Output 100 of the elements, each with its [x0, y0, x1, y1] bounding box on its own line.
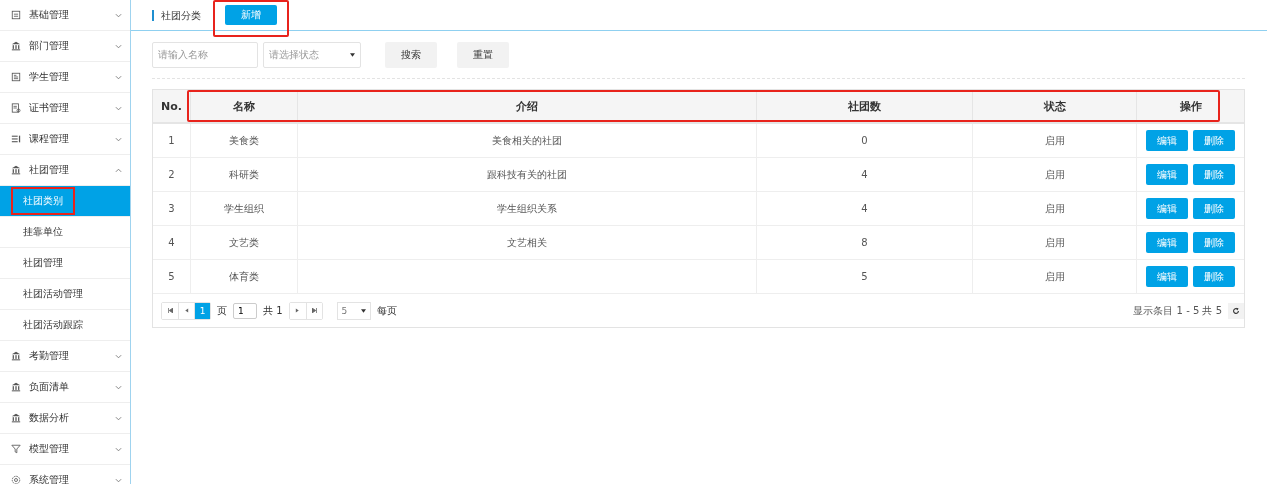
submenu-item-label: 社团类别	[11, 187, 75, 215]
total-pages-label: 共 1	[263, 303, 283, 318]
table-cell: 学生组织关系	[297, 192, 756, 225]
submenu-item[interactable]: 社团活动管理	[0, 279, 130, 310]
sidebar-item-label: 社团管理	[29, 163, 70, 177]
chevron-down-icon	[115, 477, 122, 483]
name-input-field[interactable]: 请输入名称	[152, 41, 258, 68]
sidebar-item-label: 模型管理	[29, 442, 70, 456]
column-header: 状态	[972, 90, 1136, 122]
sidebar-item-label: 数据分析	[29, 411, 70, 425]
chevron-down-icon	[115, 446, 122, 452]
sidebar-item-label: 基础管理	[29, 8, 70, 22]
table-cell: 8	[756, 226, 972, 259]
chevron-down-icon	[115, 384, 122, 390]
certificate-icon	[11, 103, 21, 113]
table-cell: 美食相关的社团	[297, 124, 756, 157]
table-cell: 文艺类	[190, 226, 297, 259]
sidebar-item[interactable]: 部门管理	[0, 31, 130, 62]
table-cell: 5	[756, 260, 972, 293]
submenu-item[interactable]: 社团管理	[0, 248, 130, 279]
column-header: 名称	[190, 90, 297, 122]
page-input-field[interactable]: 1	[233, 302, 257, 319]
building-icon	[11, 382, 21, 392]
column-header: 社团数	[756, 90, 972, 122]
sidebar-item-label: 部门管理	[29, 39, 70, 53]
sidebar-item-label: 学生管理	[29, 70, 70, 84]
table-cell-text: 2	[167, 168, 176, 182]
chevron-down-icon	[115, 105, 122, 111]
per-page-label: 每页	[376, 303, 397, 318]
submenu-item-label: 社团活动管理	[22, 287, 84, 301]
table-cell: 学生组织	[190, 192, 297, 225]
first-page-icon	[167, 308, 173, 313]
page-label: 页	[217, 303, 227, 318]
last-page-icon	[311, 308, 317, 313]
table-cell: 科研类	[190, 158, 297, 191]
settings-icon	[11, 475, 21, 484]
table-cell: 体育类	[190, 260, 297, 293]
next-page-icon	[295, 308, 301, 313]
refresh-button[interactable]	[1228, 302, 1244, 319]
list-icon	[11, 134, 21, 144]
table-cell: 美食类	[190, 124, 297, 157]
sidebar-item[interactable]: 基础管理	[0, 0, 130, 31]
table-cell-text: 5	[167, 270, 176, 284]
chevron-down-icon	[115, 353, 122, 359]
table-cell: 启用	[972, 124, 1136, 157]
table-cell: 4	[756, 158, 972, 191]
submenu-item-label: 社团管理	[22, 256, 64, 270]
table-cell-text: 3	[167, 202, 176, 216]
chevron-up-icon	[115, 167, 122, 173]
sidebar-item[interactable]: 数据分析	[0, 403, 130, 434]
page-size-select[interactable]: 5	[336, 301, 371, 320]
sidebar-item[interactable]: 系统管理	[0, 465, 130, 484]
sidebar-item[interactable]: 课程管理	[0, 124, 130, 155]
table-cell-text: 4	[167, 236, 176, 250]
table-cell: 启用	[972, 260, 1136, 293]
table-cell: 0	[756, 124, 972, 157]
table-cell: 启用	[972, 226, 1136, 259]
column-header: 操作	[1136, 90, 1244, 122]
table-cell: 跟科技有关的社团	[297, 158, 756, 191]
sidebar-item[interactable]: 模型管理	[0, 434, 130, 465]
submenu-item-label: 社团活动跟踪	[22, 318, 84, 332]
sidebar-item[interactable]: 证书管理	[0, 93, 130, 124]
caret-icon	[360, 308, 366, 313]
table-cell: 文艺相关	[297, 226, 756, 259]
sidebar-item-label: 考勤管理	[29, 349, 70, 363]
sidebar-item[interactable]: 考勤管理	[0, 341, 130, 372]
submenu-item[interactable]: 挂靠单位	[0, 217, 130, 248]
sidebar-item-label: 课程管理	[29, 132, 70, 146]
funnel-icon	[11, 444, 21, 454]
building-icon	[11, 351, 21, 361]
id-card-icon	[11, 72, 21, 82]
building-icon	[11, 413, 21, 423]
records-summary: 显示条目 1 - 5 共 5	[1133, 303, 1222, 318]
table-cell: 4	[756, 192, 972, 225]
table-cell: 启用	[972, 158, 1136, 191]
sidebar-item-label: 证书管理	[29, 101, 70, 115]
submenu-item[interactable]: 社团活动跟踪	[0, 310, 130, 341]
column-header: No.	[160, 98, 183, 115]
chevron-down-icon	[115, 12, 122, 18]
building-icon	[11, 41, 21, 51]
building-icon	[11, 165, 21, 175]
chevron-down-icon	[115, 415, 122, 421]
document-icon	[11, 10, 21, 20]
search-button[interactable]: 搜索	[385, 41, 437, 68]
sidebar-item-label: 负面清单	[29, 380, 70, 394]
sidebar-item[interactable]: 负面清单	[0, 372, 130, 403]
page-title: 社团分类	[152, 9, 201, 21]
sidebar-item[interactable]: 学生管理	[0, 62, 130, 93]
caret-icon	[350, 52, 355, 57]
chevron-down-icon	[115, 43, 122, 49]
sidebar-item-label: 系统管理	[29, 473, 70, 484]
table-cell: 启用	[972, 192, 1136, 225]
previous-page-icon	[184, 308, 189, 313]
submenu-item-label: 挂靠单位	[22, 225, 64, 239]
table-cell-text: 1	[167, 134, 176, 148]
reset-button[interactable]: 重置	[457, 41, 509, 68]
refresh-icon	[1232, 306, 1240, 315]
column-header: 介绍	[297, 90, 756, 122]
chevron-down-icon	[115, 136, 122, 142]
chevron-down-icon	[115, 74, 122, 80]
